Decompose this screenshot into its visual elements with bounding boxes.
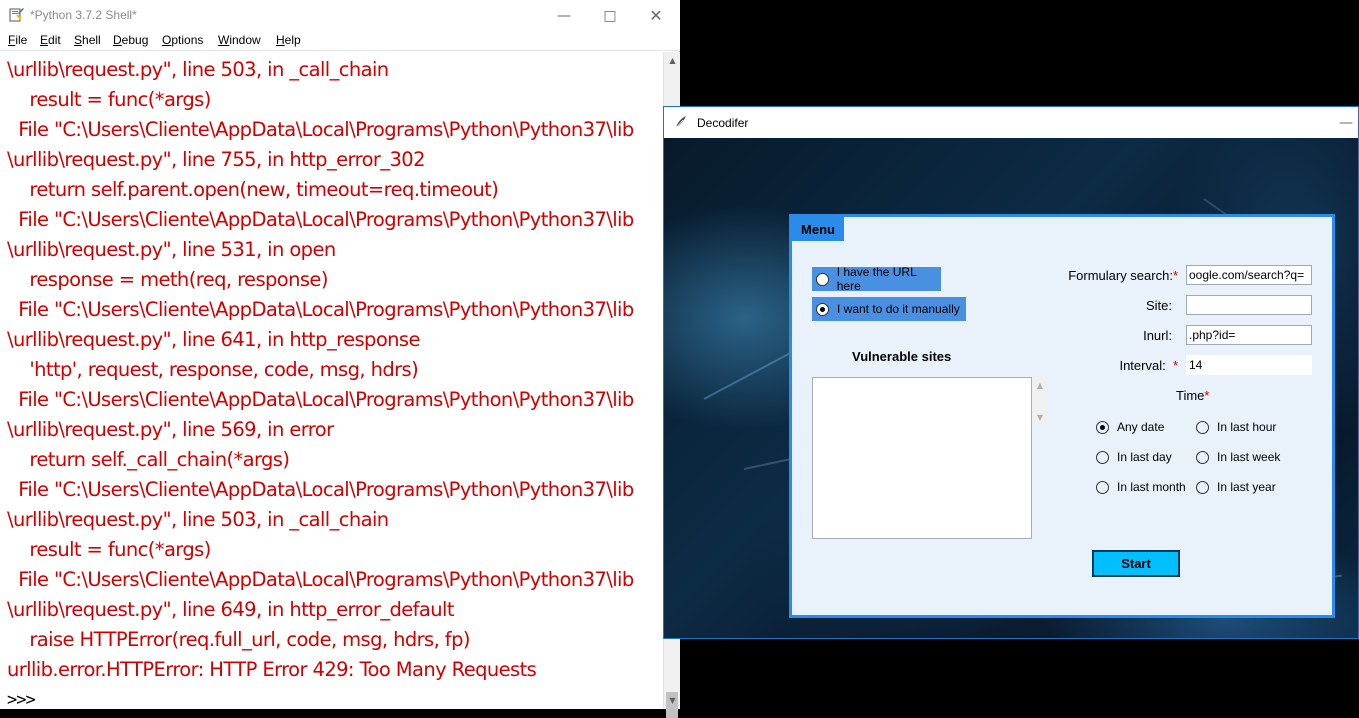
scroll-down-icon[interactable]: ▼	[1032, 409, 1048, 425]
close-icon[interactable]: ✕	[633, 0, 679, 31]
idle-shell-window: *Python 3.7.2 Shell* — □ ✕ File Edit She…	[0, 0, 681, 718]
maximize-icon[interactable]: □	[587, 0, 633, 31]
traceback-line: result = func(*args)	[7, 88, 211, 111]
traceback-line: result = func(*args)	[7, 538, 211, 561]
scroll-up-icon[interactable]: ▲	[1032, 377, 1048, 393]
radio-circle[interactable]	[1096, 450, 1109, 464]
formulary-input[interactable]: oogle.com/search?q=	[1186, 265, 1312, 285]
time-option-any-date[interactable]: Any date	[1096, 420, 1164, 434]
formulary-label: Formulary search:*	[1068, 268, 1178, 283]
radio-circle[interactable]	[1096, 480, 1109, 494]
vulnerable-sites-title: Vulnerable sites	[852, 349, 952, 364]
traceback-line: \urllib\request.py", line 569, in error	[7, 418, 334, 441]
menu-edit[interactable]: Edit	[40, 33, 61, 47]
menu-window[interactable]: Window	[218, 33, 261, 47]
site-input[interactable]	[1186, 295, 1312, 315]
traceback-line: \urllib\request.py", line 531, in open	[7, 238, 336, 261]
vulnerable-sites-list[interactable]	[812, 377, 1032, 539]
traceback-line: File "C:\Users\Cliente\AppData\Local\Pro…	[7, 298, 634, 321]
inurl-label: Inurl:	[1143, 328, 1172, 343]
scroll-track[interactable]	[1032, 393, 1048, 409]
window-title: *Python 3.7.2 Shell*	[30, 8, 137, 22]
traceback-line: raise HTTPError(req.full_url, code, msg,…	[7, 628, 470, 651]
menu-debug[interactable]: Debug	[113, 33, 148, 47]
traceback-line: \urllib\request.py", line 641, in http_r…	[7, 328, 420, 351]
background-image: Menu I have the URL here I want to do it…	[664, 138, 1358, 638]
radio-circle[interactable]	[1096, 420, 1109, 434]
minimize-icon[interactable]: —	[541, 0, 587, 31]
radio-circle-url[interactable]	[816, 272, 829, 286]
radio-url[interactable]: I have the URL here	[812, 265, 941, 293]
inurl-input[interactable]: .php?id=	[1186, 325, 1312, 345]
error-message: urllib.error.HTTPError: HTTP Error 429: …	[7, 658, 537, 681]
radio-circle[interactable]	[1196, 480, 1209, 494]
traceback-line: response = meth(req, response)	[7, 268, 328, 291]
traceback-line: \urllib\request.py", line 649, in http_e…	[7, 598, 454, 621]
scroll-down-icon[interactable]: ▼	[664, 692, 681, 709]
time-option-last-month[interactable]: In last month	[1096, 480, 1186, 494]
interval-input[interactable]: 14	[1186, 355, 1312, 375]
decodifer-titlebar[interactable]: Decodifer —	[664, 107, 1358, 138]
traceback-line: return self.parent.open(new, timeout=req…	[7, 178, 499, 201]
traceback-line: File "C:\Users\Cliente\AppData\Local\Pro…	[7, 208, 634, 231]
radio-circle[interactable]	[1196, 420, 1209, 434]
decodifer-window: Decodifer — Menu I have the URL here I w…	[663, 106, 1359, 639]
python-icon	[9, 8, 24, 22]
traceback-line: File "C:\Users\Cliente\AppData\Local\Pro…	[7, 478, 634, 501]
window-title: Decodifer	[697, 116, 749, 130]
scroll-up-icon[interactable]: ▲	[664, 52, 681, 69]
menu-shell[interactable]: Shell	[74, 33, 101, 47]
list-scrollbar[interactable]: ▲ ▼	[1032, 377, 1048, 425]
shell-text-area[interactable]: \urllib\request.py", line 503, in _call_…	[0, 52, 662, 709]
minimize-icon[interactable]: —	[1334, 107, 1358, 138]
traceback-line: File "C:\Users\Cliente\AppData\Local\Pro…	[7, 568, 634, 591]
feather-icon	[675, 116, 686, 129]
traceback-line: \urllib\request.py", line 503, in _call_…	[7, 58, 389, 81]
radio-circle-manual[interactable]	[816, 302, 829, 316]
idle-titlebar[interactable]: *Python 3.7.2 Shell* — □ ✕	[0, 0, 680, 31]
site-label: Site:	[1145, 298, 1172, 313]
time-option-last-hour[interactable]: In last hour	[1196, 420, 1276, 434]
traceback-line: \urllib\request.py", line 503, in _call_…	[7, 508, 389, 531]
time-option-last-year[interactable]: In last year	[1196, 480, 1276, 494]
menu-options[interactable]: Options	[162, 33, 203, 47]
start-button[interactable]: Start	[1092, 550, 1180, 577]
time-option-last-week[interactable]: In last week	[1196, 450, 1280, 464]
time-option-last-day[interactable]: In last day	[1096, 450, 1172, 464]
menu-help[interactable]: Help	[276, 33, 301, 47]
traceback-line: 'http', request, response, code, msg, hd…	[7, 358, 419, 381]
time-label: Time*	[1176, 388, 1210, 403]
radio-circle[interactable]	[1196, 450, 1209, 464]
traceback-line: \urllib\request.py", line 755, in http_e…	[7, 148, 426, 171]
menu-file[interactable]: File	[8, 33, 27, 47]
tab-menu[interactable]: Menu	[792, 217, 844, 241]
traceback-line: return self._call_chain(*args)	[7, 448, 290, 471]
traceback-line: File "C:\Users\Cliente\AppData\Local\Pro…	[7, 118, 634, 141]
menubar: File Edit Shell Debug Options Window Hel…	[0, 31, 680, 51]
radio-manual[interactable]: I want to do it manually	[812, 297, 966, 321]
menu-panel: Menu I have the URL here I want to do it…	[789, 214, 1335, 618]
traceback-line: File "C:\Users\Cliente\AppData\Local\Pro…	[7, 388, 634, 411]
shell-prompt[interactable]: >>>	[7, 685, 44, 709]
interval-label: Interval: *	[1119, 358, 1178, 373]
